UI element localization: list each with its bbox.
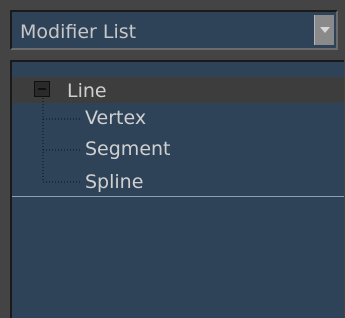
- sub-object-spline[interactable]: Spline: [85, 171, 143, 193]
- modifier-list-label: Modifier List: [20, 21, 137, 43]
- modifier-list-dropdown[interactable]: Modifier List: [10, 10, 338, 50]
- modifier-panel: Modifier List Line Vertex Segment Spline: [0, 0, 345, 318]
- sub-object-segment[interactable]: Segment: [85, 138, 171, 160]
- stack-divider: [12, 196, 344, 197]
- stack-item-line-label: Line: [67, 80, 107, 102]
- dropdown-arrow-button[interactable]: [314, 15, 334, 45]
- modifier-stack-tree[interactable]: Line Vertex Segment Spline: [10, 60, 344, 318]
- collapse-toggle-icon[interactable]: [34, 81, 50, 97]
- dropdown-arrow-icon: [320, 27, 330, 33]
- sub-object-vertex[interactable]: Vertex: [85, 107, 146, 129]
